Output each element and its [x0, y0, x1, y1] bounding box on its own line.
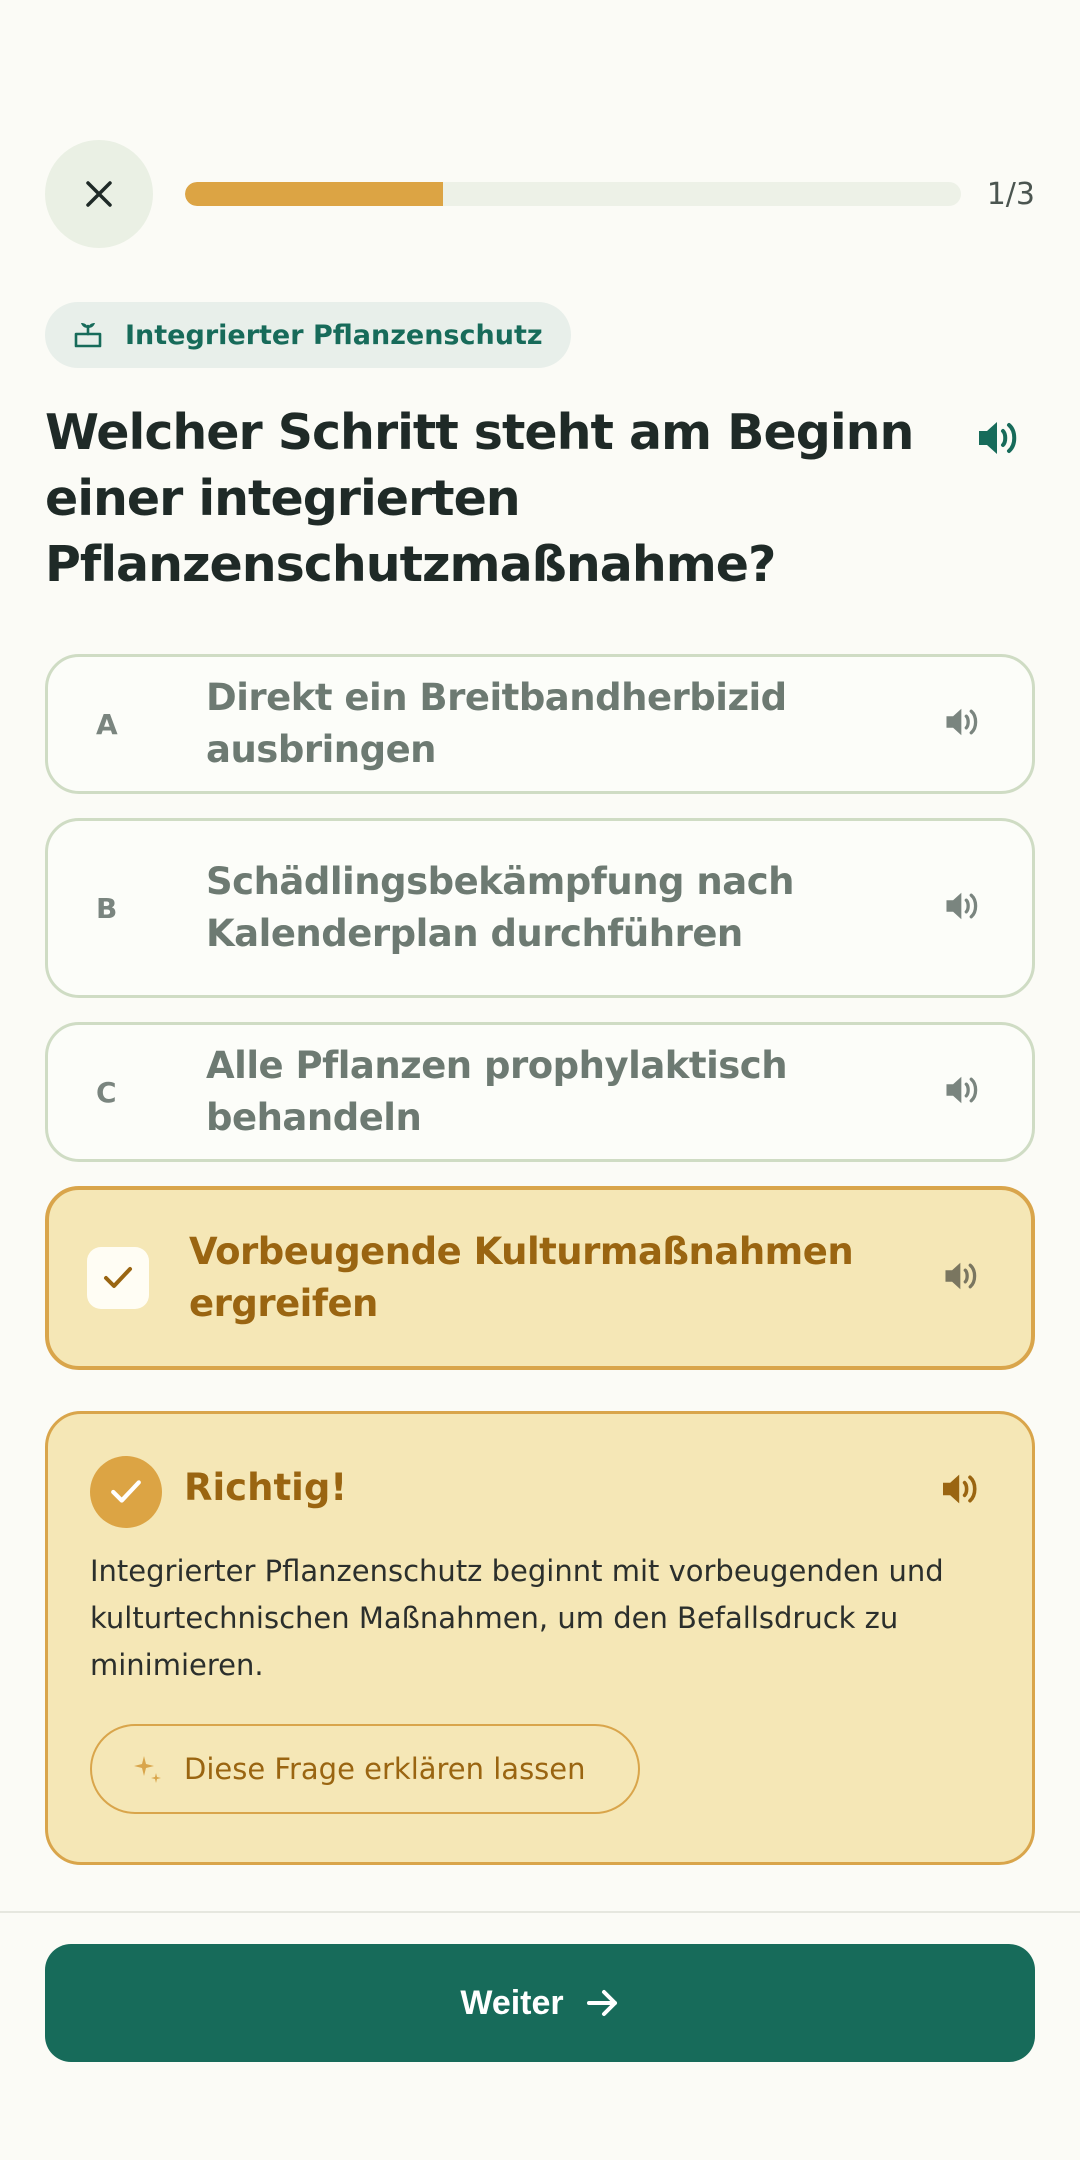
speaker-icon: [945, 1262, 977, 1290]
option-letter: C: [96, 1075, 117, 1109]
option-audio-button[interactable]: [944, 889, 982, 927]
speaker-icon: [946, 708, 978, 736]
checkmark-icon: [111, 1480, 141, 1503]
speaker-icon: [943, 1474, 977, 1504]
answer-option-b[interactable]: B Schädlingsbekämpfung nach Kalenderplan…: [45, 818, 1035, 998]
next-button[interactable]: Weiter: [45, 1944, 1035, 2062]
explain-button-label: Diese Frage erklären lassen: [184, 1752, 586, 1786]
question-text: Welcher Schritt steht am Beginn einer in…: [45, 404, 914, 593]
answer-option-a[interactable]: A Direkt ein Breitbandherbizid ausbringe…: [45, 654, 1035, 794]
progress-counter: 1/3: [986, 176, 1035, 212]
option-text: Vorbeugende Kulturmaßnahmen ergreifen: [189, 1230, 854, 1325]
correct-badge: [90, 1456, 162, 1528]
option-letter: B: [96, 891, 118, 925]
feedback-explanation: Integrierter Pflanzenschutz beginnt mit …: [90, 1554, 944, 1682]
question-audio-button[interactable]: [976, 418, 1022, 462]
option-audio-button[interactable]: [943, 1259, 981, 1297]
speaker-icon: [946, 1076, 978, 1104]
progress-bar-fill: [185, 182, 444, 206]
next-button-label: Weiter: [460, 1983, 564, 2022]
plant-sprout-icon: [74, 323, 102, 348]
option-letter: A: [96, 707, 118, 741]
option-audio-button[interactable]: [944, 705, 982, 743]
topic-label: Integrierter Pflanzenschutz: [125, 319, 543, 351]
checkmark-icon: [104, 1267, 132, 1288]
option-text: Schädlingsbekämpfung nach Kalenderplan d…: [206, 860, 795, 955]
explain-question-button[interactable]: Diese Frage erklären lassen: [90, 1724, 640, 1814]
feedback-card: Richtig! Integrierter Pflanzenschutz beg…: [45, 1411, 1035, 1865]
sparkle-icon: [134, 1756, 161, 1783]
progress-bar: [185, 182, 961, 206]
close-icon: [86, 181, 112, 207]
option-audio-button[interactable]: [944, 1073, 982, 1111]
quiz-header: 1/3: [45, 140, 1035, 248]
selected-checkbox: [87, 1247, 149, 1309]
footer-divider: [0, 1911, 1080, 1913]
speaker-icon: [946, 892, 978, 920]
close-button[interactable]: [45, 140, 153, 248]
feedback-title: Richtig!: [184, 1466, 348, 1509]
option-text: Alle Pflanzen prophylaktisch behandeln: [206, 1044, 788, 1139]
arrow-right-icon: [586, 1990, 617, 2016]
speaker-icon: [979, 422, 1017, 454]
option-text: Direkt ein Breitbandherbizid ausbringen: [206, 676, 787, 771]
topic-chip: Integrierter Pflanzenschutz: [45, 302, 571, 368]
feedback-audio-button[interactable]: [940, 1471, 982, 1511]
answer-option-c[interactable]: C Alle Pflanzen prophylaktisch behandeln: [45, 1022, 1035, 1162]
answer-option-d-selected[interactable]: Vorbeugende Kulturmaßnahmen ergreifen: [45, 1186, 1035, 1370]
